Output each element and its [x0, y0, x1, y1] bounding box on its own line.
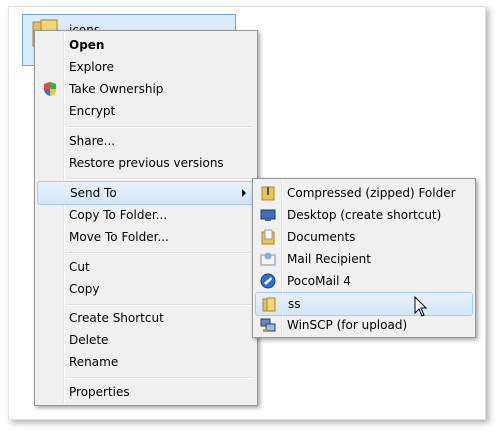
documents-folder-icon [261, 229, 275, 245]
menu-item-cut[interactable]: Cut [37, 256, 255, 278]
sendto-item-pocomail[interactable]: PocoMail 4 [255, 270, 473, 292]
zip-folder-icon [261, 186, 275, 201]
pocomail-icon [260, 273, 276, 289]
menu-item-properties[interactable]: Properties [37, 381, 255, 403]
menu-separator [67, 377, 253, 379]
context-menu: Open Explore Take Ownership Encrypt Shar… [34, 30, 258, 406]
winscp-icon [260, 318, 276, 332]
menu-item-create-shortcut[interactable]: Create Shortcut [37, 307, 255, 329]
menu-item-explore[interactable]: Explore [37, 56, 255, 78]
sendto-item-desktop[interactable]: Desktop (create shortcut) [255, 204, 473, 226]
mouse-pointer-icon [414, 296, 428, 317]
menu-separator [67, 304, 253, 306]
sendto-item-winscp[interactable]: WinSCP (for upload) [255, 314, 473, 336]
menu-item-restore-previous-versions[interactable]: Restore previous versions [37, 152, 255, 174]
menu-separator [67, 126, 253, 128]
menu-item-rename[interactable]: Rename [37, 351, 255, 373]
send-to-submenu: Compressed (zipped) Folder Desktop (crea… [252, 178, 476, 338]
menu-separator [67, 252, 253, 254]
menu-item-delete[interactable]: Delete [37, 329, 255, 351]
desktop-icon [260, 209, 276, 221]
uac-shield-icon [44, 82, 56, 96]
submenu-arrow-icon [242, 189, 246, 197]
sendto-item-ss[interactable]: ss [255, 292, 473, 316]
sendto-item-documents[interactable]: Documents [255, 226, 473, 248]
menu-item-copy[interactable]: Copy [37, 278, 255, 300]
menu-separator [67, 178, 253, 180]
menu-item-share[interactable]: Share... [37, 130, 255, 152]
menu-item-copy-to-folder[interactable]: Copy To Folder... [37, 204, 255, 226]
sendto-item-compressed-folder[interactable]: Compressed (zipped) Folder [255, 182, 473, 204]
menu-item-take-ownership[interactable]: Take Ownership [37, 78, 255, 100]
menu-item-send-to[interactable]: Send To [37, 181, 255, 205]
menu-item-open[interactable]: Open [37, 34, 255, 56]
folder-icon [262, 297, 276, 312]
mail-icon [260, 252, 276, 266]
menu-item-move-to-folder[interactable]: Move To Folder... [37, 226, 255, 248]
menu-item-encrypt[interactable]: Encrypt [37, 100, 255, 122]
sendto-item-mail-recipient[interactable]: Mail Recipient [255, 248, 473, 270]
